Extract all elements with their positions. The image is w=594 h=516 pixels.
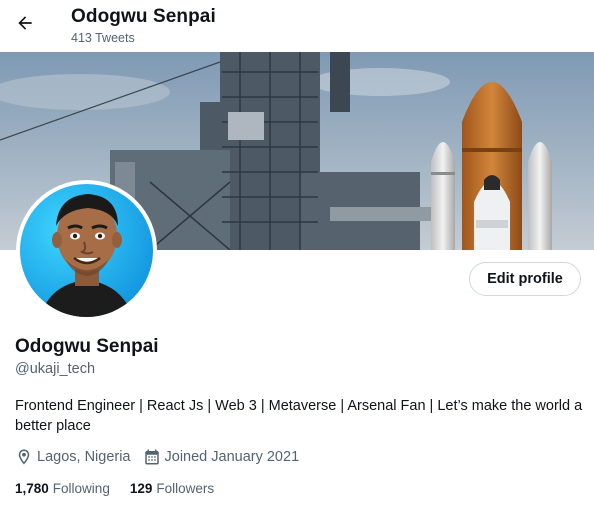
following-link[interactable]: 1,780 Following: [15, 481, 110, 496]
avatar-image: [20, 184, 153, 317]
profile-handle: @ukaji_tech: [15, 361, 96, 377]
profile-meta: Lagos, Nigeria Joined January 2021: [15, 448, 311, 466]
calendar-icon: [144, 449, 159, 465]
map-pin-icon: [18, 449, 30, 465]
joined-text: Joined January 2021: [164, 449, 300, 465]
followers-link[interactable]: 129 Followers: [130, 481, 214, 496]
profile-header: Odogwu Senpai 413 Tweets: [0, 0, 594, 52]
arrow-left-icon: [18, 16, 32, 30]
profile-bio: Frontend Engineer | React Js | Web 3 | M…: [15, 398, 583, 434]
profile-joined: Joined January 2021: [143, 448, 300, 466]
following-label: Following: [52, 481, 110, 496]
followers-count: 129: [129, 481, 153, 496]
following-count: 1,780: [15, 481, 49, 496]
follow-stats: 1,780 Following 129 Followers: [15, 481, 234, 496]
followers-label: Followers: [156, 481, 215, 496]
profile-name: Odogwu Senpai: [15, 336, 159, 357]
edit-profile-button[interactable]: Edit profile: [469, 262, 581, 296]
back-button[interactable]: [12, 10, 38, 36]
location-text: Lagos, Nigeria: [37, 449, 131, 465]
tweet-count: 413 Tweets: [71, 31, 135, 45]
profile-location: Lagos, Nigeria: [15, 448, 131, 466]
header-name: Odogwu Senpai: [71, 6, 216, 27]
avatar[interactable]: [16, 180, 157, 321]
